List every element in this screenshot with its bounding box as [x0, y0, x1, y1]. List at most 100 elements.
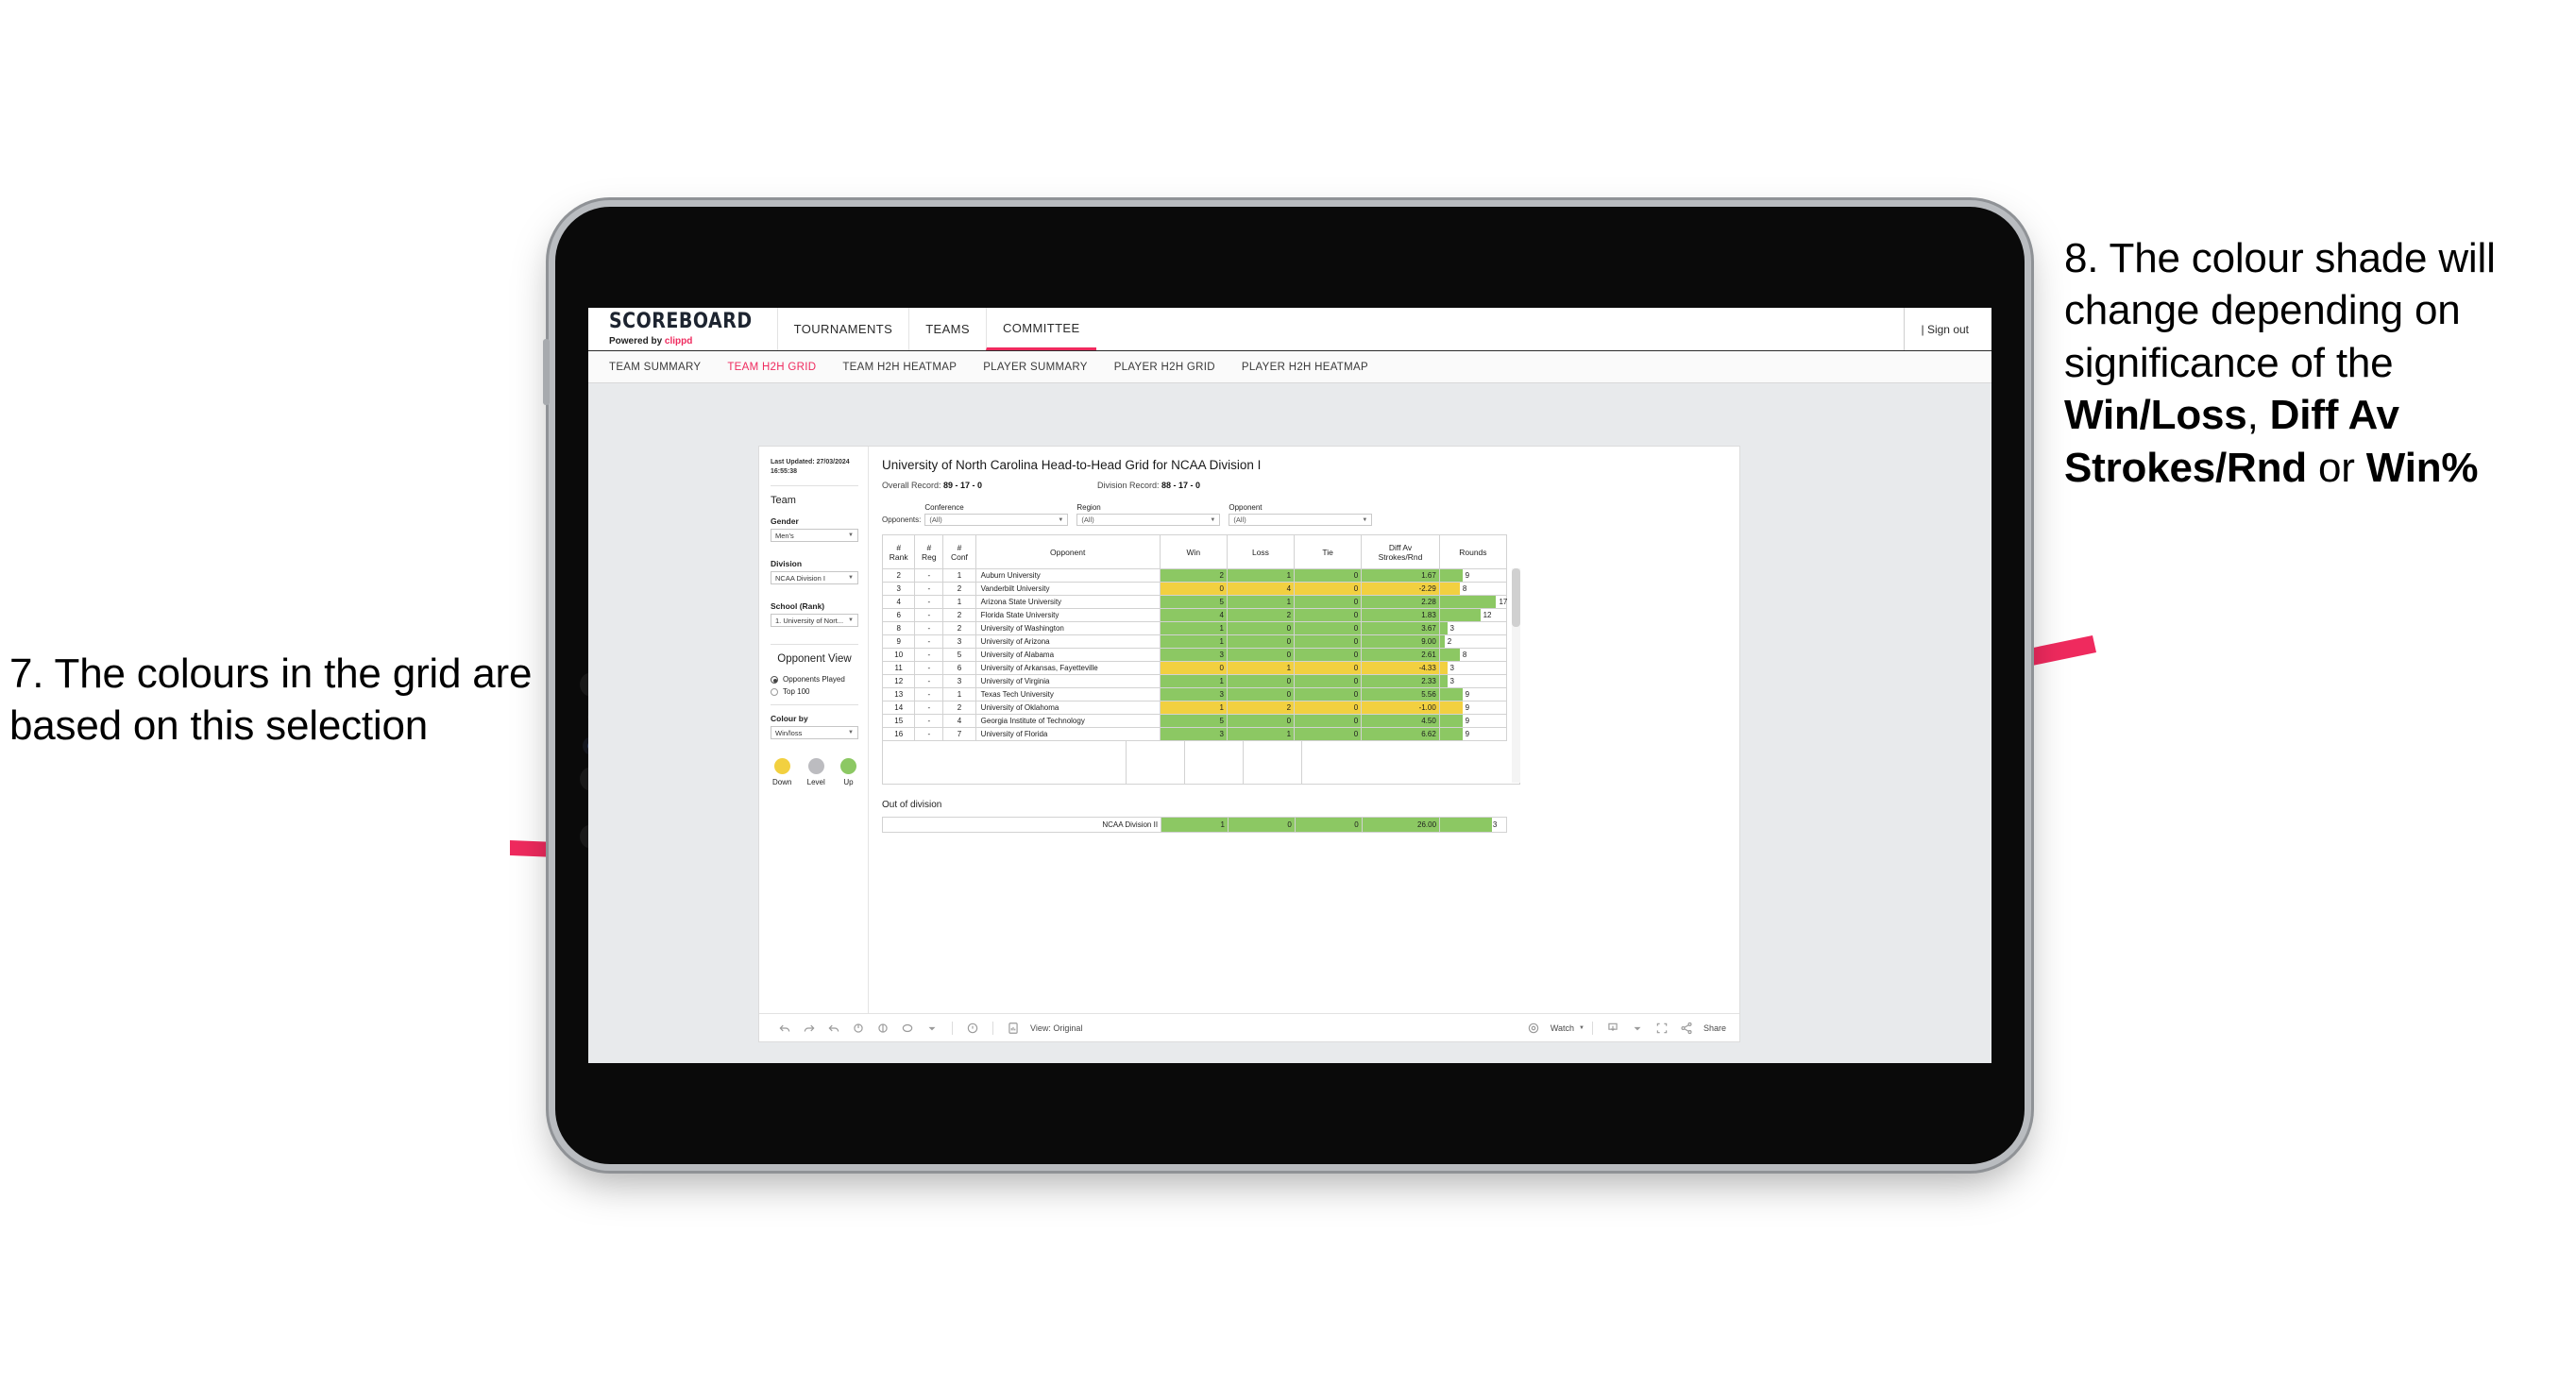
- school-select[interactable]: 1. University of Nort... ▼: [771, 614, 858, 628]
- top-nav-committee[interactable]: COMMITTEE: [985, 308, 1096, 350]
- school-label: School (Rank): [771, 601, 825, 612]
- cell-loss: 0: [1226, 648, 1296, 662]
- division-select[interactable]: NCAA Division I ▼: [771, 571, 858, 585]
- cell-loss: 1: [1226, 568, 1296, 583]
- colour-by-value: Win/loss: [775, 728, 803, 737]
- cell-tie: 0: [1294, 701, 1363, 715]
- share-button[interactable]: Share: [1674, 1018, 1726, 1039]
- table-row[interactable]: 16-7 University of Florida 3 1 0 6.62 9: [881, 727, 1508, 741]
- revert-icon[interactable]: [822, 1018, 846, 1039]
- chevron-down-icon-2[interactable]: [1625, 1018, 1650, 1039]
- rounds-bar: [1439, 701, 1463, 714]
- col-reg[interactable]: # Reg: [914, 534, 944, 569]
- gender-select[interactable]: Men's ▼: [771, 529, 858, 543]
- screenshot-root: 7. The colours in the grid are based on …: [0, 0, 2576, 1386]
- table-row[interactable]: 2-1 Auburn University 2 1 0 1.67 9: [881, 568, 1508, 583]
- rounds-value: 3: [1492, 820, 1498, 829]
- filter-conference-select[interactable]: (All) ▼: [924, 514, 1069, 526]
- table-row[interactable]: 11-6 University of Arkansas, Fayetteville…: [881, 661, 1508, 675]
- sub-nav-team-h2h-grid[interactable]: TEAM H2H GRID: [727, 362, 816, 373]
- col-rounds[interactable]: Rounds: [1438, 534, 1508, 569]
- table-row[interactable]: 15-4 Georgia Institute of Technology 5 0 0 4.…: [881, 714, 1508, 728]
- download-icon[interactable]: [1601, 1018, 1625, 1039]
- alerts-icon[interactable]: [960, 1018, 985, 1039]
- filter-region: Region (All) ▼: [1076, 503, 1221, 526]
- col-conf[interactable]: # Conf: [942, 534, 976, 569]
- chevron-down-icon: ▼: [848, 575, 854, 582]
- cell-conf: 3: [942, 634, 976, 649]
- legend-swatch-up: [839, 758, 856, 775]
- cell-win: 0: [1159, 582, 1228, 596]
- table-row[interactable]: 9-3 University of Arizona 1 0 0 9.00 2: [881, 634, 1508, 649]
- fullscreen-icon[interactable]: [1650, 1018, 1674, 1039]
- footer-cell-tie: [1244, 741, 1302, 784]
- ood-loss: 0: [1227, 817, 1296, 833]
- top-nav-teams[interactable]: TEAMS: [908, 308, 986, 350]
- cell-opponent: University of Oklahoma: [974, 701, 1161, 715]
- refresh-icon[interactable]: [846, 1018, 871, 1039]
- cell-win: 1: [1159, 674, 1228, 688]
- watch-button[interactable]: Watch ▼: [1521, 1018, 1585, 1039]
- cell-opponent: Arizona State University: [974, 595, 1161, 609]
- top-nav-tournaments[interactable]: TOURNAMENTS: [776, 308, 909, 350]
- cell-tie: 0: [1294, 714, 1363, 728]
- toolbar-divider-1: [952, 1021, 953, 1035]
- table-row[interactable]: 4-1 Arizona State University 5 1 0 2.28 17: [881, 595, 1507, 609]
- table-scrollbar-thumb[interactable]: [1512, 568, 1520, 627]
- redo-icon[interactable]: [797, 1018, 822, 1039]
- col-opponent[interactable]: Opponent: [974, 534, 1161, 569]
- pause-icon[interactable]: [871, 1018, 895, 1039]
- rounds-value: 12: [1483, 610, 1492, 619]
- cell-tie: 0: [1294, 621, 1363, 635]
- col-rank[interactable]: # Rank: [881, 534, 916, 569]
- team-section-heading: Team: [771, 495, 796, 507]
- cell-diff: 1.83: [1361, 608, 1440, 622]
- view-original-button[interactable]: View: Original: [1001, 1018, 1082, 1039]
- overall-record-value: 89 - 17 - 0: [943, 481, 983, 490]
- table-scrollbar[interactable]: [1512, 568, 1520, 783]
- sub-nav-player-h2h-grid[interactable]: PLAYER H2H GRID: [1114, 362, 1215, 373]
- table-row[interactable]: 8-2 University of Washington 1 0 0 3.67 3: [881, 621, 1508, 635]
- filter-opponent-select[interactable]: (All) ▼: [1229, 514, 1373, 526]
- radio-top-100[interactable]: Top 100: [771, 687, 858, 696]
- sign-out-link[interactable]: | Sign out: [1903, 308, 1991, 350]
- cell-reg: -: [914, 661, 944, 675]
- cell-conf: 2: [942, 582, 976, 596]
- table-row[interactable]: 6-2 Florida State University 4 2 0 1.83 12: [881, 608, 1508, 622]
- footer-cell-win: [1127, 741, 1185, 784]
- colour-by-select[interactable]: Win/loss ▼: [771, 726, 858, 740]
- cell-rounds: 9: [1438, 714, 1508, 728]
- table-row[interactable]: 13-1 Texas Tech University 3 0 0 5.56 9: [881, 687, 1508, 701]
- table-row[interactable]: 3-2 Vanderbilt University 0 4 0 -2.29 8: [881, 582, 1508, 596]
- rounds-bar: [1439, 688, 1463, 701]
- cell-loss: 2: [1226, 608, 1296, 622]
- filter-region-select[interactable]: (All) ▼: [1076, 514, 1221, 526]
- cell-win: 0: [1159, 661, 1228, 675]
- col-diff[interactable]: Diff Av Strokes/Rnd: [1361, 534, 1440, 569]
- sub-nav-player-h2h-heatmap[interactable]: PLAYER H2H HEATMAP: [1242, 362, 1368, 373]
- overall-record: Overall Record: 89 - 17 - 0: [882, 481, 1097, 490]
- table-row[interactable]: 10-5 University of Alabama 3 0 0 2.61 8: [881, 648, 1508, 662]
- colour-by-label: Colour by: [771, 714, 808, 724]
- sub-nav-team-h2h-heatmap[interactable]: TEAM H2H HEATMAP: [842, 362, 957, 373]
- col-loss[interactable]: Loss: [1226, 534, 1296, 569]
- chevron-down-icon[interactable]: [920, 1018, 944, 1039]
- sub-nav-player-summary[interactable]: PLAYER SUMMARY: [983, 362, 1088, 373]
- col-win[interactable]: Win: [1159, 534, 1228, 569]
- undo-icon[interactable]: [772, 1018, 797, 1039]
- rounds-value: 3: [1449, 623, 1454, 633]
- brand-logo[interactable]: SCOREBOARD Powered by clippd: [609, 308, 777, 350]
- table-row[interactable]: 12-3 University of Virginia 1 0 0 2.33 3: [881, 674, 1508, 688]
- radio-opponents-played[interactable]: Opponents Played: [771, 675, 858, 684]
- cell-conf: 2: [942, 621, 976, 635]
- cell-conf: 5: [942, 648, 976, 662]
- table-row[interactable]: 14-2 University of Oklahoma 1 2 0 -1.00 9: [881, 701, 1508, 715]
- last-updated-text: Last Updated: 27/03/2024 16:55:38: [771, 459, 850, 476]
- sub-nav-team-summary[interactable]: TEAM SUMMARY: [609, 362, 701, 373]
- cell-loss: 0: [1226, 621, 1296, 635]
- custom-views-icon[interactable]: [895, 1018, 920, 1039]
- cell-conf: 6: [942, 661, 976, 675]
- annotation-right-bold-winloss: Win/Loss: [2064, 392, 2247, 439]
- col-tie[interactable]: Tie: [1294, 534, 1363, 569]
- cell-rounds: 8: [1438, 582, 1508, 596]
